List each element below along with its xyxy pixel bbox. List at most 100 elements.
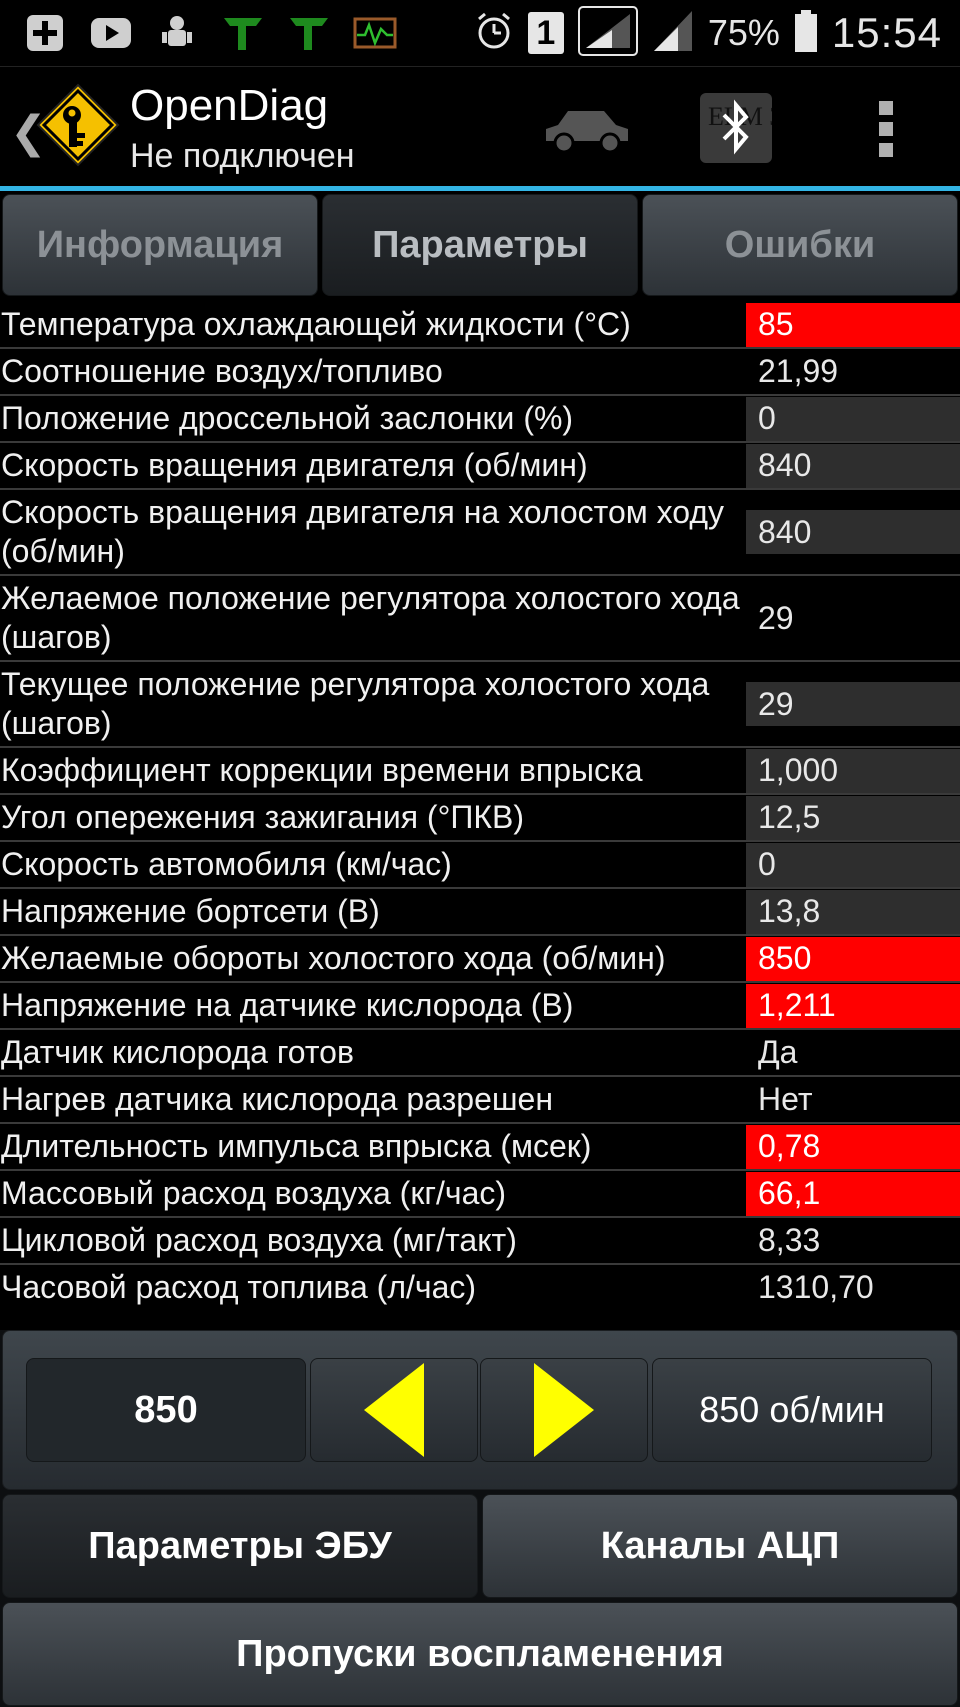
parameter-value: 1310,70 xyxy=(746,1265,960,1310)
parameter-value: 840 xyxy=(746,443,960,488)
parameter-name: Скорость вращения двигателя (об/мин) xyxy=(1,447,588,483)
parameter-name: Скорость вращения двигателя на холостом … xyxy=(1,494,725,569)
parameter-name: Соотношение воздух/топливо xyxy=(1,353,443,389)
parameter-value: 840 xyxy=(746,490,960,574)
adc-channels-button[interactable]: Каналы АЦП xyxy=(482,1494,958,1598)
parameter-value-text: 21,99 xyxy=(758,353,839,389)
tab-errors[interactable]: Ошибки xyxy=(642,194,958,296)
tab-parameters[interactable]: Параметры xyxy=(322,194,638,296)
parameter-row[interactable]: Желаемые обороты холостого хода (об/мин)… xyxy=(0,936,960,983)
parameter-row[interactable]: Скорость автомобиля (км/час) 0 xyxy=(0,842,960,889)
parameter-name: Датчик кислорода готов xyxy=(1,1034,354,1070)
parameter-name: Нагрев датчика кислорода разрешен xyxy=(1,1081,554,1117)
app-title: OpenDiag xyxy=(130,81,329,130)
parameter-value: 0 xyxy=(746,842,960,887)
parameter-name: Длительность импульса впрыска (мсек) xyxy=(1,1128,592,1164)
parameter-row[interactable]: Скорость вращения двигателя (об/мин) 840 xyxy=(0,443,960,490)
parameter-row[interactable]: Соотношение воздух/топливо 21,99 xyxy=(0,349,960,396)
parameter-value: 8,33 xyxy=(746,1218,960,1263)
parameter-name: Положение дроссельной заслонки (%) xyxy=(1,400,574,436)
parameter-row[interactable]: Желаемое положение регулятора холостого … xyxy=(0,576,960,662)
parameter-value: 850 xyxy=(746,936,960,981)
parameter-value-text: 1310,70 xyxy=(758,1269,874,1305)
parameter-value: 21,99 xyxy=(746,349,960,394)
tab-information[interactable]: Информация xyxy=(2,194,318,296)
parameter-row[interactable]: Коэффициент коррекции времени впрыска 1,0… xyxy=(0,748,960,795)
control-panel: 850 850 об/мин Параметры ЭБУ Каналы АЦП … xyxy=(0,1330,960,1707)
action-bar: ❮ OpenDiag Не подключен ELM 327 xyxy=(0,66,960,188)
parameter-row[interactable]: Текущее положение регулятора холостого х… xyxy=(0,662,960,748)
right-arrow-icon xyxy=(534,1363,594,1457)
parameter-row[interactable]: Длительность импульса впрыска (мсек) 0,78 xyxy=(0,1124,960,1171)
parameter-row[interactable]: Положение дроссельной заслонки (%) 0 xyxy=(0,396,960,443)
parameter-value-text: 850 xyxy=(758,940,812,976)
parameter-row[interactable]: Цикловой расход воздуха (мг/такт) 8,33 xyxy=(0,1218,960,1265)
parameter-row[interactable]: Температура охлаждающей жидкости (°C) 85 xyxy=(0,302,960,349)
parameter-value: 13,8 xyxy=(746,889,960,934)
parameter-value: 1,000 xyxy=(746,748,960,793)
increase-button[interactable] xyxy=(480,1358,648,1462)
torque-icon xyxy=(286,13,332,53)
parameter-row[interactable]: Напряжение на датчике кислорода (В) 1,211 xyxy=(0,983,960,1030)
battery-icon xyxy=(794,9,818,58)
misfires-button[interactable]: Пропуски воспламенения xyxy=(2,1602,958,1706)
notification-icons xyxy=(22,8,398,58)
bluetooth-icon[interactable]: ELM 327 xyxy=(700,93,772,163)
parameter-value-text: 0 xyxy=(758,846,776,882)
parameter-name: Желаемое положение регулятора холостого … xyxy=(1,580,740,655)
tab-bar: Информация Параметры Ошибки xyxy=(0,192,960,298)
parameter-row[interactable]: Угол опережения зажигания (°ПКВ) 12,5 xyxy=(0,795,960,842)
decrease-button[interactable] xyxy=(310,1358,478,1462)
parameter-value: 0 xyxy=(746,396,960,441)
parameter-value: 66,1 xyxy=(746,1171,960,1216)
parameter-row[interactable]: Напряжение бортсети (В) 13,8 xyxy=(0,889,960,936)
sim-indicator: 1 xyxy=(527,12,564,54)
parameter-list[interactable]: Температура охлаждающей жидкости (°C) 85 С… xyxy=(0,302,960,1310)
parameter-value: 1,211 xyxy=(746,983,960,1028)
parameter-value: 12,5 xyxy=(746,795,960,840)
parameter-name: Угол опережения зажигания (°ПКВ) xyxy=(1,799,525,835)
parameter-value: 85 xyxy=(746,302,960,347)
parameter-name: Часовой расход топлива (л/час) xyxy=(1,1269,477,1305)
parameter-row[interactable]: Скорость вращения двигателя на холостом … xyxy=(0,490,960,576)
action-bar-divider xyxy=(0,186,960,191)
parameter-value-text: 1,211 xyxy=(758,987,836,1023)
parameter-row[interactable]: Датчик кислорода готов Да xyxy=(0,1030,960,1077)
status-bar: 1 75% 15:54 xyxy=(0,0,960,66)
plus-icon xyxy=(22,13,68,53)
parameter-value-text: 29 xyxy=(758,685,794,722)
parameter-name: Текущее положение регулятора холостого х… xyxy=(1,666,710,741)
parameter-value-text: 66,1 xyxy=(758,1175,821,1211)
parameter-name: Напряжение бортсети (В) xyxy=(1,893,380,929)
target-value-display[interactable]: 850 xyxy=(26,1358,306,1462)
engine-monitor-icon xyxy=(352,13,398,53)
parameter-value: 0,78 xyxy=(746,1124,960,1169)
parameter-value-text: 8,33 xyxy=(758,1222,821,1258)
parameter-value: Да xyxy=(746,1030,960,1075)
overflow-menu-icon[interactable] xyxy=(876,101,896,157)
car-icon[interactable] xyxy=(540,103,632,157)
parameter-row[interactable]: Часовой расход топлива (л/час) 1310,70 xyxy=(0,1265,960,1310)
app-logo-icon[interactable] xyxy=(34,81,122,169)
parameter-value-text: Да xyxy=(758,1034,798,1070)
parameter-value: Нет xyxy=(746,1077,960,1122)
signal-icon xyxy=(652,9,694,58)
parameter-value-text: 840 xyxy=(758,447,812,483)
parameter-value-text: 1,000 xyxy=(758,752,839,788)
parameter-row[interactable]: Массовый расход воздуха (кг/час) 66,1 xyxy=(0,1171,960,1218)
bt-elm-label: ELM 327 xyxy=(708,102,772,131)
parameter-row[interactable]: Нагрев датчика кислорода разрешен Нет xyxy=(0,1077,960,1124)
parameter-name: Температура охлаждающей жидкости (°C) xyxy=(1,306,631,342)
parameter-value-text: 29 xyxy=(758,599,794,636)
youtube-icon xyxy=(88,13,134,53)
torque-icon xyxy=(220,13,266,53)
parameter-name: Скорость автомобиля (км/час) xyxy=(1,846,452,882)
parameter-name: Коэффициент коррекции времени впрыска xyxy=(1,752,643,788)
ecu-parameters-button[interactable]: Параметры ЭБУ xyxy=(2,1494,478,1598)
system-indicators: 1 75% 15:54 xyxy=(474,4,942,62)
target-value-unit-display[interactable]: 850 об/мин xyxy=(652,1358,932,1462)
parameter-value-text: 13,8 xyxy=(758,893,821,929)
parameter-value-text: Нет xyxy=(758,1081,813,1117)
parameter-value-text: 85 xyxy=(758,306,794,342)
parameter-value-text: 0 xyxy=(758,400,776,436)
